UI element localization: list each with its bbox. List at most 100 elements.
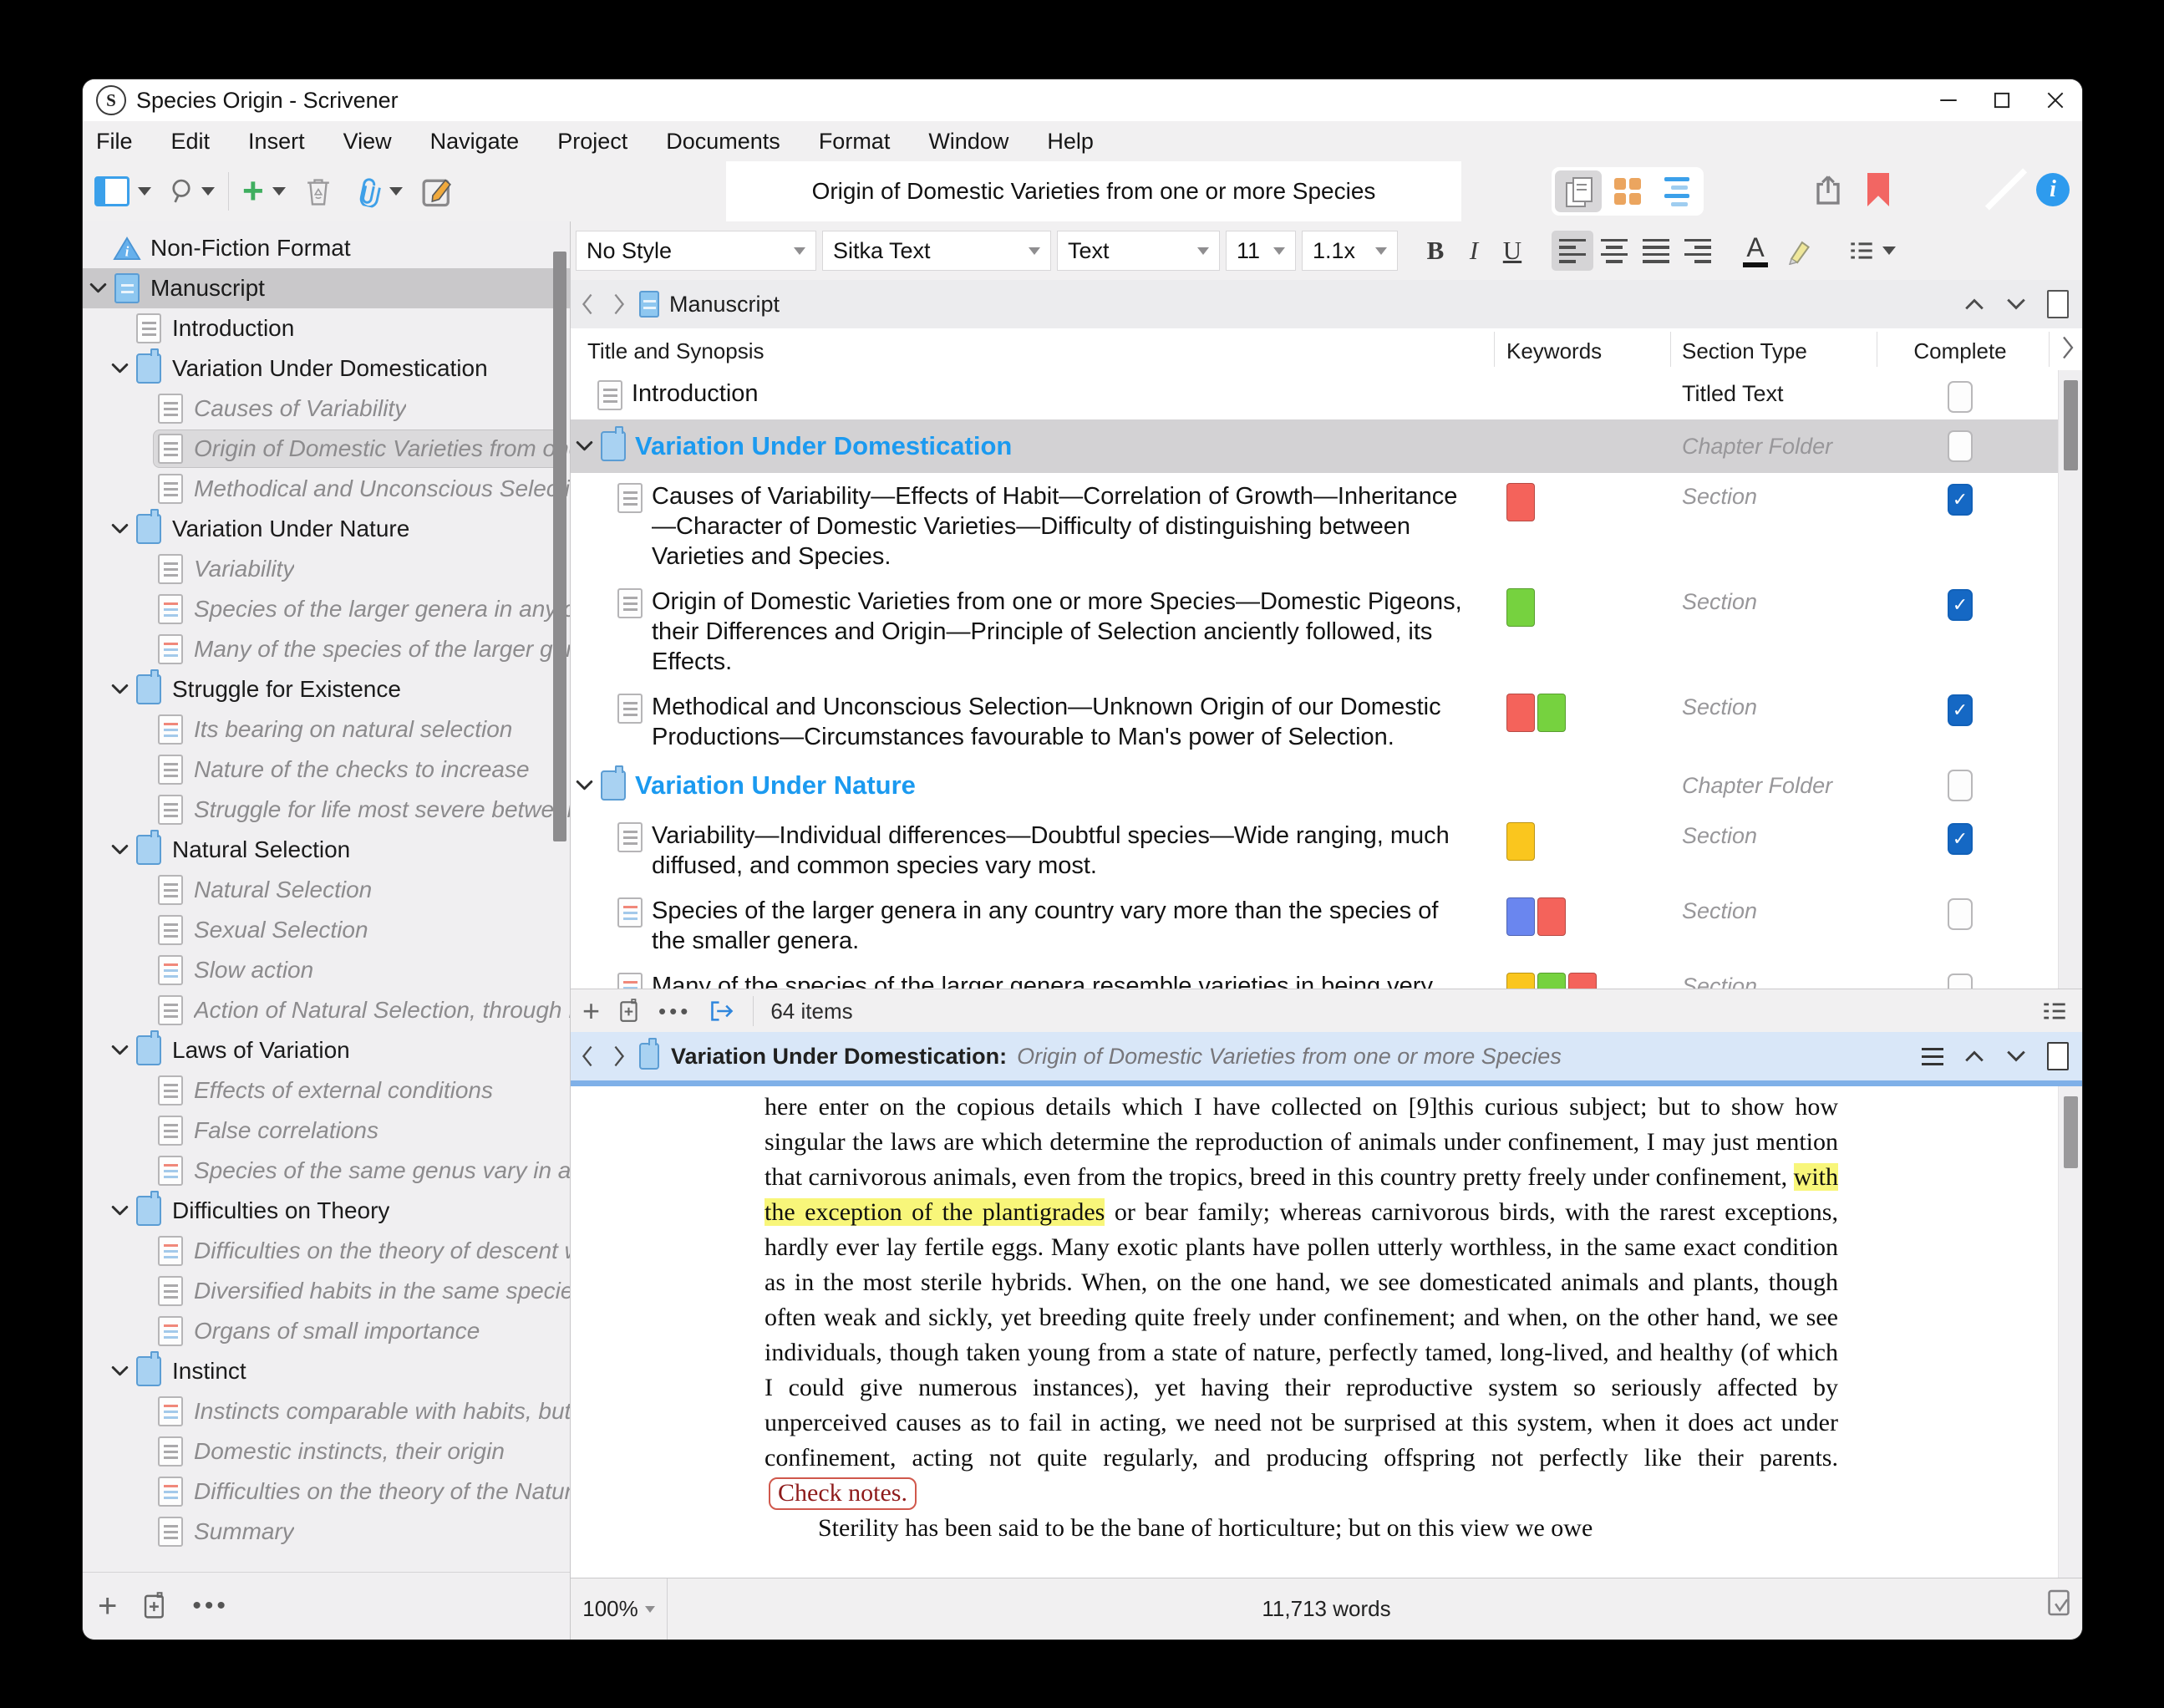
editor-next-document-button[interactable] <box>2005 1050 2027 1063</box>
binder-item[interactable]: Natural Selection <box>83 870 570 910</box>
menu-view[interactable]: View <box>343 129 392 155</box>
inline-annotation[interactable]: Check notes. <box>769 1477 917 1510</box>
binder-item[interactable]: Its bearing on natural selection <box>83 709 570 750</box>
binder-item[interactable]: Difficulties on the theory of descent wi… <box>83 1231 570 1271</box>
chevron-down-icon[interactable] <box>111 684 136 695</box>
binder-item[interactable]: Organs of small importance <box>83 1311 570 1351</box>
editor-nav-forward-button[interactable] <box>612 1045 626 1068</box>
view-mode-document-button[interactable] <box>1555 170 1602 212</box>
menu-format[interactable]: Format <box>819 129 891 155</box>
binder-item[interactable]: Origin of Domestic Varieties from one ..… <box>83 429 570 469</box>
view-mode-outline-button[interactable] <box>1653 170 1700 212</box>
align-left-button[interactable] <box>1552 231 1593 271</box>
menu-file[interactable]: File <box>96 129 133 155</box>
binder-add-file-button[interactable] <box>142 1592 167 1620</box>
zoom-dropdown[interactable]: 100% <box>571 1578 668 1639</box>
share-icon[interactable] <box>1811 173 1846 208</box>
binder-item[interactable]: Difficulties on Theory <box>83 1191 570 1231</box>
line-spacing-dropdown[interactable]: 1.1x <box>1302 231 1398 271</box>
add-item-dropdown[interactable] <box>272 187 286 196</box>
editor-nav-back-button[interactable] <box>581 1045 594 1068</box>
outline-row[interactable]: IntroductionTitled Text <box>571 370 2082 419</box>
binder-item[interactable]: Sexual Selection <box>83 910 570 950</box>
complete-checkbox[interactable] <box>1948 898 1973 930</box>
font-family-dropdown[interactable]: Sitka Text <box>822 231 1051 271</box>
column-keywords[interactable]: Keywords <box>1506 338 1602 364</box>
split-editor-icon[interactable] <box>2047 290 2069 318</box>
highlight-button[interactable] <box>1786 236 1814 265</box>
editor-paragraph[interactable]: Sterility has been said to be the bane o… <box>765 1511 1838 1546</box>
binder-add-button[interactable]: + <box>98 1591 117 1621</box>
binder-item[interactable]: Slow action <box>83 950 570 990</box>
trash-icon[interactable] <box>304 176 333 206</box>
column-title-and-synopsis[interactable]: Title and Synopsis <box>587 338 764 364</box>
outline-add-file-button[interactable] <box>618 999 640 1024</box>
binder-item[interactable]: Laws of Variation <box>83 1030 570 1070</box>
paperclip-dropdown[interactable] <box>389 187 403 196</box>
complete-checkbox[interactable] <box>1948 973 1973 989</box>
close-button[interactable] <box>2029 79 2082 121</box>
binder-scrollbar[interactable] <box>553 252 566 841</box>
underline-button[interactable]: U <box>1493 231 1532 271</box>
search-icon[interactable] <box>168 178 195 205</box>
binder-item[interactable]: False correlations <box>83 1111 570 1151</box>
binder-item[interactable]: iNon-Fiction Format <box>83 228 570 268</box>
text-color-button[interactable]: A <box>1740 235 1770 267</box>
binder-item[interactable]: Struggle for Existence <box>83 669 570 709</box>
outline-row[interactable]: Variation Under NatureChapter Folder <box>571 759 2082 812</box>
font-variant-dropdown[interactable]: Text <box>1057 231 1220 271</box>
bookmark-icon[interactable] <box>1867 173 1889 206</box>
chevron-down-icon[interactable] <box>111 844 136 856</box>
binder-item[interactable]: Many of the species of the larger gene..… <box>83 629 570 669</box>
menu-window[interactable]: Window <box>928 129 1008 155</box>
nav-forward-button[interactable] <box>612 292 626 316</box>
column-options-chevron[interactable] <box>2060 335 2075 360</box>
column-complete[interactable]: Complete <box>1877 338 2044 364</box>
maximize-button[interactable] <box>1975 79 2029 121</box>
complete-checkbox[interactable] <box>1948 381 1973 413</box>
chevron-down-icon[interactable] <box>111 1365 136 1377</box>
outline-add-button[interactable]: + <box>582 996 600 1026</box>
search-dropdown[interactable] <box>201 187 215 196</box>
binder-item[interactable]: Variability <box>83 549 570 589</box>
binder-item[interactable]: Domestic instincts, their origin <box>83 1431 570 1472</box>
menu-edit[interactable]: Edit <box>171 129 211 155</box>
outline-row[interactable]: Origin of Domestic Varieties from one or… <box>571 578 2082 684</box>
paperclip-icon[interactable] <box>351 174 384 209</box>
align-right-button[interactable] <box>1677 231 1719 271</box>
editor-text[interactable]: here enter on the copious details which … <box>571 1086 2082 1546</box>
outline-row[interactable]: Causes of Variability—Effects of Habit—C… <box>571 473 2082 578</box>
binder-item[interactable]: Species of the larger genera in any co..… <box>83 589 570 629</box>
menu-insert[interactable]: Insert <box>248 129 305 155</box>
binder-item[interactable]: Manuscript <box>83 268 570 308</box>
align-center-button[interactable] <box>1593 231 1635 271</box>
complete-checkbox[interactable]: ✓ <box>1948 694 1973 726</box>
compose-icon[interactable] <box>421 175 453 207</box>
complete-checkbox[interactable] <box>1948 770 1973 801</box>
chevron-down-icon[interactable] <box>111 1045 136 1056</box>
column-section-type[interactable]: Section Type <box>1682 338 1807 364</box>
chevron-down-icon[interactable] <box>576 440 601 452</box>
outline-row[interactable]: Species of the larger genera in any coun… <box>571 887 2082 963</box>
binder-item[interactable]: Methodical and Unconscious Selection <box>83 469 570 509</box>
list-format-button[interactable] <box>1849 241 1896 261</box>
binder-item[interactable]: Action of Natural Selection, through D..… <box>83 990 570 1030</box>
editor-header-chapter[interactable]: Variation Under Domestication: <box>671 1044 1007 1070</box>
justify-button[interactable] <box>1635 231 1677 271</box>
chevron-down-icon[interactable] <box>111 363 136 374</box>
italic-button[interactable]: I <box>1455 231 1493 271</box>
complete-checkbox[interactable]: ✓ <box>1948 823 1973 855</box>
add-item-button[interactable]: + <box>242 175 264 208</box>
editor-menu-icon[interactable] <box>1922 1048 1943 1065</box>
binder-item[interactable]: Introduction <box>83 308 570 348</box>
binder-item[interactable]: Causes of Variability <box>83 389 570 429</box>
binder-item[interactable]: Struggle for life most severe between i.… <box>83 790 570 830</box>
chevron-down-icon[interactable] <box>89 282 114 294</box>
outline-list-options-icon[interactable] <box>2042 1001 2082 1021</box>
editor-split-icon[interactable] <box>2047 1042 2069 1070</box>
toolbar-document-title[interactable]: Origin of Domestic Varieties from one or… <box>726 161 1461 221</box>
menu-help[interactable]: Help <box>1047 129 1094 155</box>
binder-item[interactable]: Nature of the checks to increase <box>83 750 570 790</box>
outline-row[interactable]: Variability—Individual differences—Doubt… <box>571 812 2082 887</box>
binder-item[interactable]: Natural Selection <box>83 830 570 870</box>
